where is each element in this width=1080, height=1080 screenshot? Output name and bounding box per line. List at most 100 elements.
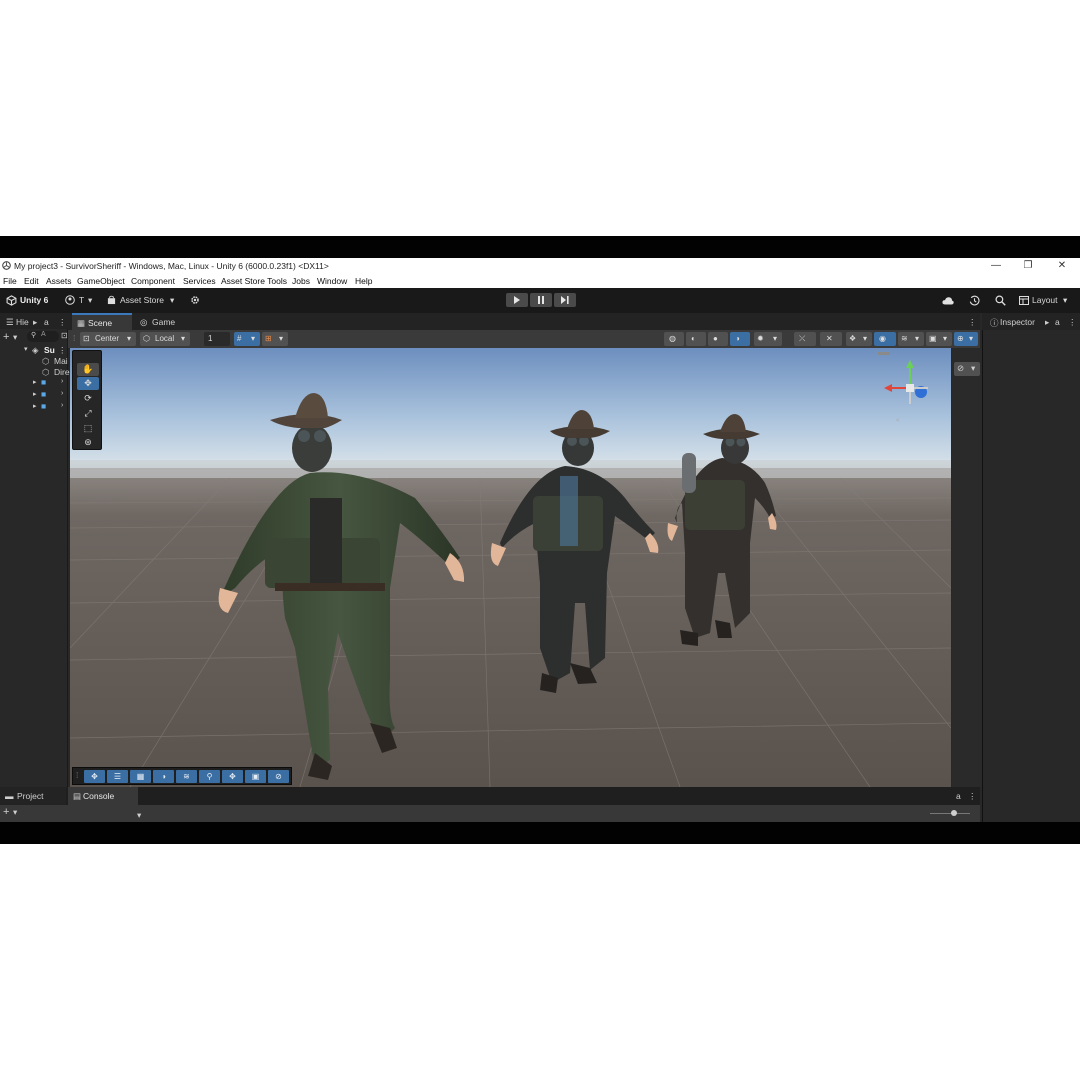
play-button[interactable] xyxy=(506,293,528,307)
play-icon xyxy=(514,296,520,304)
expand-arrow-icon[interactable]: ▸ xyxy=(33,390,37,398)
overlay-tool-2[interactable]: ☰ xyxy=(107,770,128,783)
arrow-right-icon[interactable]: › xyxy=(61,378,63,385)
layers-icon: ≋ xyxy=(183,772,190,781)
expand-arrow-icon[interactable]: ▾ xyxy=(24,345,28,353)
menu-help[interactable]: Help xyxy=(355,276,372,286)
arrow-right-icon[interactable]: ▸ xyxy=(1045,317,1049,328)
list-item[interactable]: Mai xyxy=(54,356,68,366)
zoom-slider[interactable] xyxy=(930,813,970,814)
history-icon[interactable] xyxy=(969,295,980,306)
zoom-slider-handle[interactable] xyxy=(951,810,957,816)
plus-icon[interactable]: + xyxy=(3,331,9,343)
overlay-tool-1[interactable]: ✥ xyxy=(84,770,105,783)
scene-root-item[interactable]: Su xyxy=(44,345,55,355)
chevron-down-icon[interactable]: ▾ xyxy=(13,332,17,343)
menu-assets[interactable]: Assets xyxy=(46,276,72,286)
tab-scene[interactable]: ▦ Scene xyxy=(72,313,132,330)
menu-services[interactable]: Services xyxy=(183,276,216,286)
chevron-down-icon[interactable]: ▾ xyxy=(13,807,17,818)
tab-project[interactable]: ▬ Project xyxy=(0,787,66,805)
chevron-down-icon[interactable]: ▾ xyxy=(137,810,141,821)
rotate-tool-button[interactable]: ⟳ xyxy=(77,392,99,405)
scene-viewport[interactable]: < xyxy=(70,348,951,787)
gizmos-dropdown[interactable]: ⊕ ▾ xyxy=(954,332,978,346)
filter-icon[interactable]: ⊡ xyxy=(61,331,68,340)
hand-tool-button[interactable]: ✋ xyxy=(77,363,99,376)
visibility-button[interactable]: ◉ xyxy=(874,332,896,346)
overlay-tool-8[interactable]: ▣ xyxy=(245,770,266,783)
tab-console[interactable]: ▤ Console xyxy=(68,787,138,805)
menu-jobs[interactable]: Jobs xyxy=(292,276,310,286)
shaded-button[interactable]: ● xyxy=(708,332,728,346)
overlay-tool-4[interactable]: ◑ xyxy=(153,770,174,783)
camera-mode-dropdown[interactable]: ⊘ ▾ xyxy=(954,362,980,376)
more-icon[interactable]: ⋮ xyxy=(58,345,67,356)
more-icon[interactable]: ⋮ xyxy=(58,317,67,328)
expand-arrow-icon[interactable]: ▸ xyxy=(33,378,37,386)
scale-tool-button[interactable]: ⤢ xyxy=(77,407,99,420)
layout-dropdown[interactable]: Layout xyxy=(1032,295,1058,305)
tab-inspector[interactable]: Inspector xyxy=(1000,317,1035,327)
arrow-right-icon[interactable]: › xyxy=(61,390,63,397)
plus-icon[interactable]: + xyxy=(3,806,9,818)
pivot-dropdown[interactable]: ⊡ Center ▾ xyxy=(80,332,136,346)
increment-snap-button[interactable]: ⊞ ▾ xyxy=(262,332,288,346)
layers-dropdown[interactable]: ≋ ▾ xyxy=(898,332,924,346)
account-icon[interactable] xyxy=(65,295,75,305)
overlay-tool-7[interactable]: ✥ xyxy=(222,770,243,783)
gear-icon[interactable] xyxy=(190,295,200,305)
menu-component[interactable]: Component xyxy=(131,276,175,286)
rect-tool-button[interactable]: ⬚ xyxy=(77,422,99,435)
account-label[interactable]: Unity 6 xyxy=(20,295,48,305)
more-icon[interactable]: ⋮ xyxy=(968,317,977,328)
user-initial[interactable]: T xyxy=(79,295,84,305)
list-item[interactable]: Dire xyxy=(54,367,70,377)
overlay-tool-9[interactable]: ⊘ xyxy=(268,770,289,783)
minimize-button[interactable]: — xyxy=(985,259,1007,273)
draw-mode-button[interactable]: ◍ xyxy=(664,332,684,346)
overlay-tool-3[interactable]: ▦ xyxy=(130,770,151,783)
snap-value-field[interactable]: 1 xyxy=(204,332,230,346)
grid-snap-button[interactable]: # ▾ xyxy=(234,332,260,346)
menu-asset-store-tools[interactable]: Asset Store Tools xyxy=(221,276,287,286)
hierarchy-tab[interactable]: Hie xyxy=(16,317,29,327)
menu-edit[interactable]: Edit xyxy=(24,276,39,286)
tab-game[interactable]: ◎ Game xyxy=(138,313,188,330)
pause-button[interactable] xyxy=(530,293,552,307)
menu-window[interactable]: Window xyxy=(317,276,347,286)
search-icon[interactable] xyxy=(995,295,1006,306)
move-tool-button[interactable]: ✥ xyxy=(77,377,99,390)
audio-effects-button[interactable]: ❖ ▾ xyxy=(846,332,872,346)
hierarchy-search[interactable]: ⚲ A xyxy=(27,331,59,342)
chevron-down-icon[interactable]: ▾ xyxy=(170,295,174,306)
wireframe-button[interactable]: ◐ xyxy=(686,332,706,346)
effects-icon: ❖ xyxy=(849,334,857,343)
asset-store-button[interactable]: Asset Store xyxy=(120,295,164,305)
lock-icon[interactable]: a xyxy=(956,791,961,801)
cloud-icon[interactable] xyxy=(942,296,954,305)
close-button[interactable]: ✕ xyxy=(1051,259,1073,273)
chevron-down-icon[interactable]: ▾ xyxy=(1063,295,1067,306)
lighting-toggle-button[interactable]: ✕ xyxy=(820,332,842,346)
overlay-tool-5[interactable]: ≋ xyxy=(176,770,197,783)
overlay-tool-6[interactable]: ⚲ xyxy=(199,770,220,783)
more-icon[interactable]: ⋮ xyxy=(1068,317,1077,328)
lock-icon[interactable]: a xyxy=(1055,317,1060,327)
maximize-button[interactable]: ❐ xyxy=(1017,259,1039,273)
more-icon[interactable]: ⋮ xyxy=(968,791,977,802)
arrow-right-icon[interactable]: ▸ xyxy=(33,317,37,328)
transform-tool-button[interactable]: ⊛ xyxy=(77,436,99,449)
step-button[interactable] xyxy=(554,293,576,307)
chevron-down-icon[interactable]: ▾ xyxy=(88,295,92,306)
menu-gameobject[interactable]: GameObject xyxy=(77,276,125,286)
debug-dropdown[interactable]: ✹ ▾ xyxy=(754,332,782,346)
menu-file[interactable]: File xyxy=(3,276,17,286)
lock-icon[interactable]: a xyxy=(44,317,49,327)
lit-button[interactable]: ◑ xyxy=(730,332,750,346)
space-dropdown[interactable]: ⬡ Local ▾ xyxy=(140,332,190,346)
arrow-right-icon[interactable]: › xyxy=(61,402,63,409)
camera-dropdown[interactable]: ▣ ▾ xyxy=(926,332,952,346)
expand-arrow-icon[interactable]: ▸ xyxy=(33,402,37,410)
2d-toggle-button[interactable]: ⤫ xyxy=(794,332,816,346)
